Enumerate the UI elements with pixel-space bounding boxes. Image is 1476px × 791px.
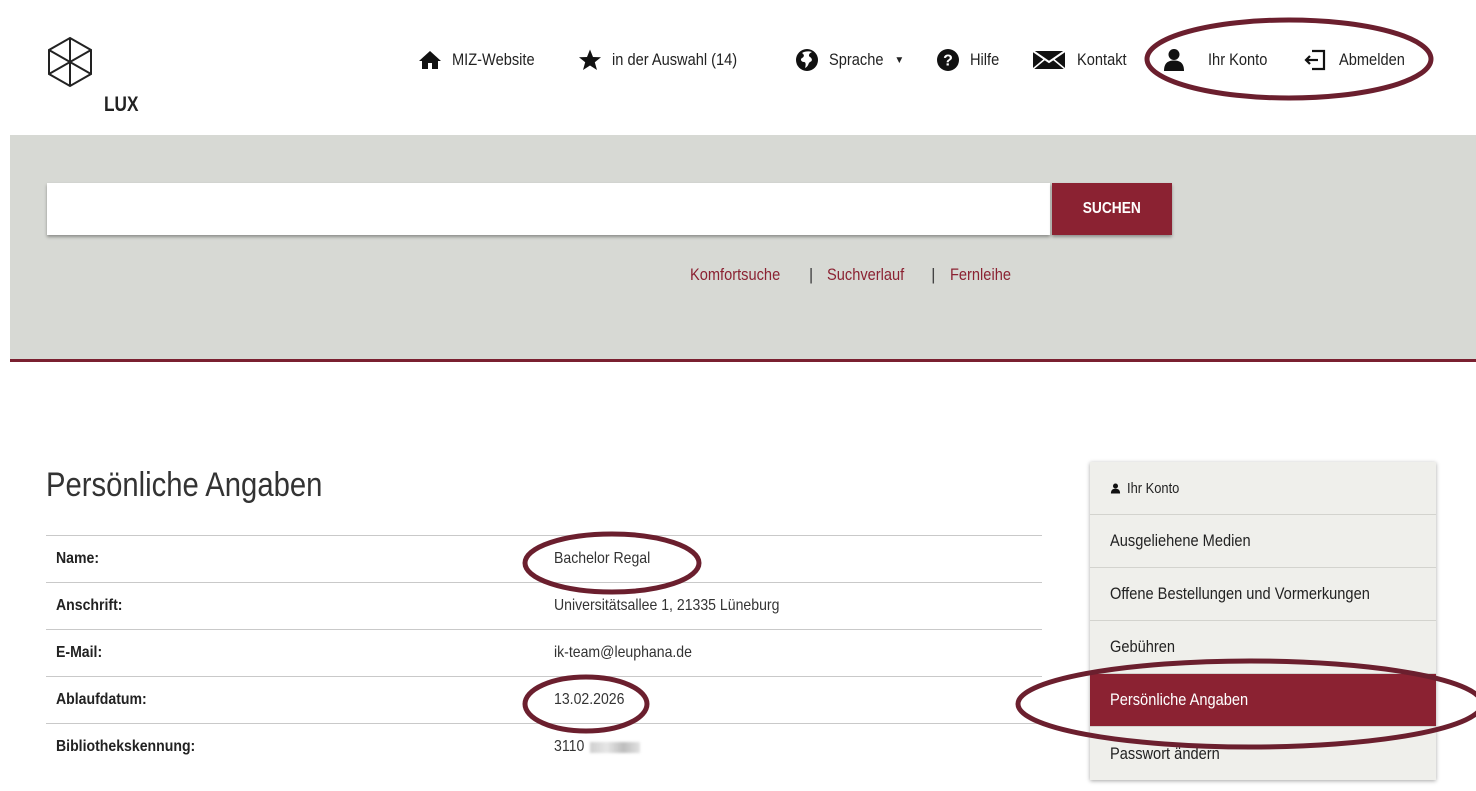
table-row: E-Mail: ik-team@leuphana.de	[46, 629, 1042, 677]
nav-account[interactable]: Ihr Konto	[1162, 45, 1277, 75]
nav-label: in der Auswahl (14)	[612, 50, 738, 69]
page-title: Persönliche Angaben	[46, 466, 323, 504]
row-value: 3110	[530, 723, 1042, 771]
sidebar-item-orders[interactable]: Offene Bestellungen und Vormerkungen	[1090, 568, 1436, 621]
email-label: E-Mail:	[56, 644, 103, 661]
nav-group-2: in der Auswahl (14)	[578, 45, 758, 75]
sidebar-item-loans[interactable]: Ausgeliehene Medien	[1090, 515, 1436, 568]
band-divider	[10, 359, 1476, 362]
sidebar-item-label: Ausgeliehene Medien	[1110, 531, 1251, 550]
cube-logo-icon	[48, 36, 92, 88]
nav-miz-website[interactable]: MIZ-Website	[418, 45, 548, 75]
row-key: Bibliothekskennung:	[46, 723, 530, 771]
address-label: Anschrift:	[56, 597, 123, 614]
caret-down-icon: ▼	[894, 54, 905, 66]
email-value: ik-team@leuphana.de	[554, 644, 692, 661]
globe-icon	[795, 48, 819, 72]
separator: |	[931, 265, 936, 284]
svg-text:?: ?	[943, 53, 953, 70]
sidebar-item-label: Passwort ändern	[1110, 743, 1220, 763]
search-band	[10, 135, 1476, 359]
user-icon	[1110, 482, 1121, 494]
nav-group-5: Kontakt	[1032, 45, 1135, 75]
star-icon	[578, 48, 602, 72]
search-input[interactable]	[47, 183, 1050, 235]
expiry-value: 13.02.2026	[554, 691, 625, 708]
row-value: ik-team@leuphana.de	[530, 629, 1042, 677]
expiry-label: Ablaufdatum:	[56, 691, 147, 708]
library-id-label: Bibliothekskennung:	[56, 738, 196, 756]
search-button[interactable]: SUCHEN	[1052, 183, 1172, 235]
nav-help[interactable]: ? Hilfe	[936, 45, 1004, 75]
nav-label: Abmelden	[1339, 50, 1405, 69]
site-header: LUX MIZ-Website in der Auswahl (14) Spra…	[0, 0, 1476, 135]
row-value: 13.02.2026	[530, 676, 1042, 724]
account-sidebar: Ihr Konto Ausgeliehene Medien Offene Bes…	[1090, 462, 1436, 780]
nav-group-7: Abmelden	[1303, 45, 1416, 75]
table-row: Ablaufdatum: 13.02.2026	[46, 676, 1042, 724]
nav-contact[interactable]: Kontakt	[1032, 45, 1135, 75]
sidebar-item-personal-info[interactable]: Persönliche Angaben	[1090, 674, 1436, 727]
table-row: Bibliothekskennung: 3110	[46, 723, 1042, 771]
row-key: Ablaufdatum:	[46, 676, 530, 724]
sidebar-item-fees[interactable]: Gebühren	[1090, 621, 1436, 674]
row-key: Name:	[46, 535, 530, 583]
nav-group-6: Ihr Konto	[1162, 45, 1277, 75]
top-nav: MIZ-Website	[418, 45, 548, 75]
table-row: Anschrift: Universitätsallee 1, 21335 Lü…	[46, 582, 1042, 630]
table-row: Name: Bachelor Regal	[46, 535, 1042, 583]
nav-logout[interactable]: Abmelden	[1303, 45, 1416, 75]
search-sublinks: Komfortsuche | Suchverlauf | Fernleihe	[690, 263, 1020, 287]
search-button-label: SUCHEN	[1082, 200, 1142, 217]
address-value: Universitätsallee 1, 21335 Lüneburg	[554, 597, 780, 614]
sidebar-item-label: Persönliche Angaben	[1110, 690, 1249, 709]
interlibrary-loan-link[interactable]: Fernleihe	[950, 265, 1011, 285]
nav-label: Sprache	[829, 50, 884, 69]
help-icon: ?	[936, 48, 960, 72]
logout-icon	[1303, 48, 1327, 72]
sidebar-item-label: Offene Bestellungen und Vormerkungen	[1110, 584, 1370, 603]
personal-info-table: Name: Bachelor Regal Anschrift: Universi…	[46, 535, 1042, 771]
row-key: E-Mail:	[46, 629, 530, 677]
nav-label: MIZ-Website	[452, 50, 535, 69]
user-icon	[1162, 48, 1186, 72]
separator: |	[808, 265, 814, 284]
sidebar-item-change-password[interactable]: Passwort ändern	[1090, 727, 1436, 780]
nav-group-4: ? Hilfe	[936, 45, 1004, 75]
sidebar-item-label: Gebühren	[1110, 637, 1176, 656]
logo-text: LUX	[104, 93, 139, 116]
nav-label: Hilfe	[970, 50, 1000, 69]
sidebar-header-label: Ihr Konto	[1127, 479, 1180, 497]
nav-language-dropdown[interactable]: Sprache ▼	[795, 45, 904, 75]
name-label: Name:	[56, 550, 100, 567]
sidebar-header: Ihr Konto	[1090, 462, 1436, 515]
nav-selection[interactable]: in der Auswahl (14)	[578, 45, 758, 75]
nav-label: Ihr Konto	[1208, 50, 1268, 69]
home-icon	[418, 48, 442, 72]
nav-label: Kontakt	[1077, 50, 1127, 69]
row-value: Universitätsallee 1, 21335 Lüneburg	[530, 582, 1042, 630]
nav-group-3: Sprache ▼	[795, 45, 904, 75]
lux-logo[interactable]: LUX	[44, 36, 154, 116]
search-history-link[interactable]: Suchverlauf	[827, 265, 904, 285]
comfort-search-link[interactable]: Komfortsuche	[690, 265, 780, 285]
name-value: Bachelor Regal	[554, 550, 651, 567]
envelope-icon	[1032, 48, 1066, 72]
redacted-blur	[590, 741, 641, 753]
row-key: Anschrift:	[46, 582, 530, 630]
row-value: Bachelor Regal	[530, 535, 1042, 583]
library-id-value: 3110	[554, 738, 585, 756]
